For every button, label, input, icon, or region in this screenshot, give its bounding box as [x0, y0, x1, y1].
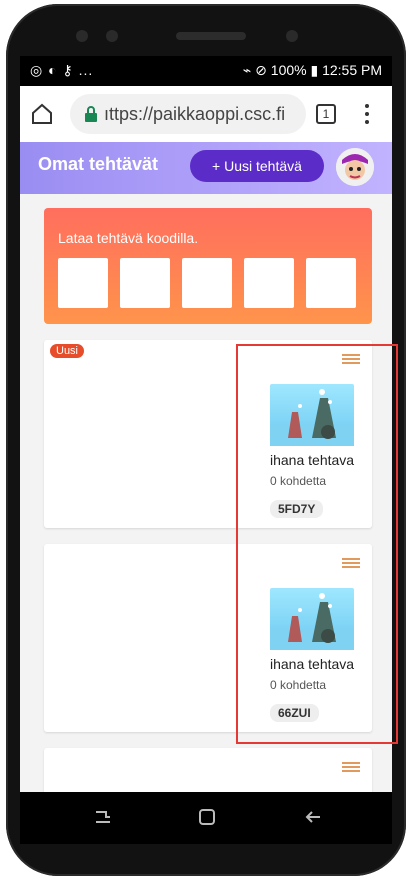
page-title: Omat tehtävät	[38, 154, 159, 174]
highlight-frame	[236, 344, 398, 744]
phone-top	[6, 4, 406, 60]
status-right-text: ⌁ ⊘ 100% ▮ 12:55 PM	[242, 62, 382, 78]
new-task-button[interactable]: + Uusi tehtävä	[190, 150, 324, 182]
camera-icon	[286, 30, 298, 42]
code-input-box[interactable]	[58, 258, 108, 308]
sensor-icon	[106, 30, 118, 42]
new-badge: Uusi	[50, 344, 85, 358]
app-header: Omat tehtävät + Uusi tehtävä	[20, 142, 392, 194]
address-bar[interactable]: ıttps://paikkaoppi.csc.fi	[70, 94, 306, 134]
back-icon[interactable]	[302, 806, 324, 828]
avatar[interactable]	[336, 148, 374, 186]
home-nav-icon[interactable]	[196, 806, 218, 828]
speaker-grille	[176, 32, 246, 40]
overflow-menu-icon[interactable]	[364, 102, 370, 126]
recent-apps-icon[interactable]	[92, 806, 114, 828]
browser-toolbar: ıttps://paikkaoppi.csc.fi 1	[20, 86, 392, 143]
status-bar: ◎ ◐ ⚷ ... ⌁ ⊘ 100% ▮ 12:55 PM	[20, 56, 392, 86]
url-text[interactable]: ıttps://paikkaoppi.csc.fi	[104, 104, 285, 125]
lock-icon	[84, 106, 98, 122]
status-left-icons: ◎ ◐ ⚷ ...	[30, 62, 94, 78]
task-card[interactable]	[44, 748, 372, 792]
home-icon[interactable]	[30, 102, 54, 126]
tabs-icon[interactable]: 1	[316, 104, 336, 124]
code-entry-title: Lataa tehtävä koodilla.	[58, 230, 199, 246]
sensor-icon	[76, 30, 88, 42]
android-nav-bar	[20, 792, 392, 844]
code-entry-card: Lataa tehtävä koodilla.	[44, 208, 372, 324]
code-input-box[interactable]	[182, 258, 232, 308]
code-input-box[interactable]	[244, 258, 294, 308]
code-input-box[interactable]	[306, 258, 356, 308]
task-menu-icon[interactable]	[342, 760, 360, 774]
code-input-box[interactable]	[120, 258, 170, 308]
